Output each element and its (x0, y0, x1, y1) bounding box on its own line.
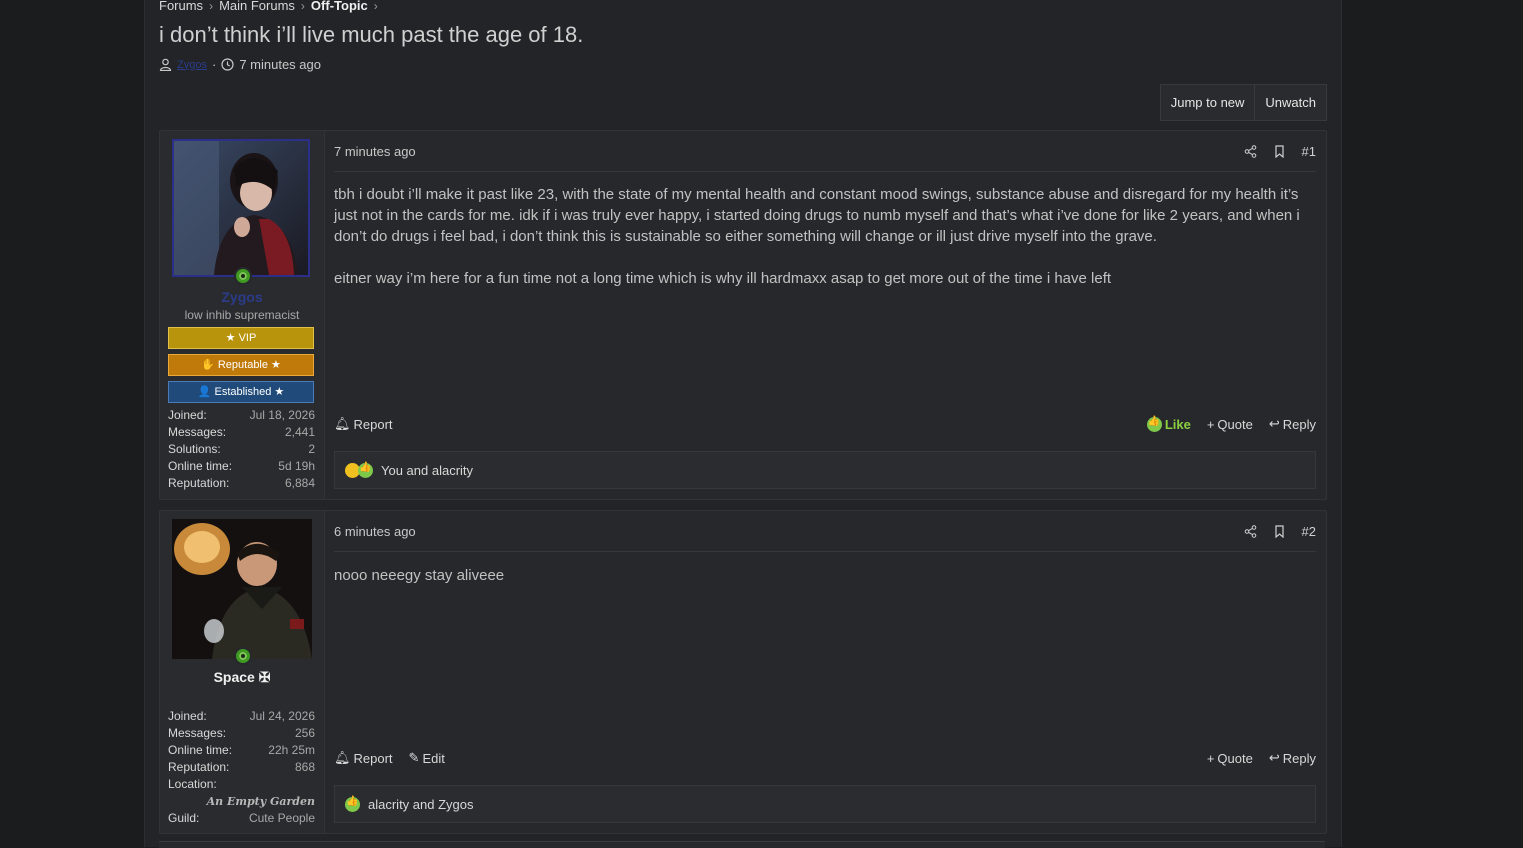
stat-location-value: An Empty Garden (206, 795, 315, 808)
quote-button[interactable]: + Quote (1207, 751, 1253, 766)
post-actions-left: 🔔︎ Report ✎ Edit (334, 750, 445, 766)
user-icon: 👤 (197, 386, 215, 398)
avatar[interactable] (172, 519, 312, 659)
jump-to-new-button[interactable]: Jump to new (1159, 84, 1256, 121)
reactions-bar[interactable]: alacrity and Zygos (334, 785, 1316, 823)
post-actions-left: 🔔︎ Report (334, 416, 393, 432)
bell-icon: 🔔︎ (334, 416, 351, 431)
online-status-icon (234, 647, 252, 665)
post-body: nooo neeegy stay aliveee (334, 565, 1316, 607)
handshake-icon: ✋ (201, 359, 218, 371)
share-icon[interactable] (1244, 144, 1257, 158)
reactions-bar[interactable]: You and alacrity (334, 451, 1316, 489)
post-body: tbh i doubt i’ll make it past like 23, w… (334, 184, 1316, 310)
stat-solutions: Solutions: 2 (168, 442, 315, 456)
pencil-icon: ✎ (408, 750, 420, 765)
stat-guild: Guild: Cute People (168, 811, 315, 825)
post-tools: #2 (1244, 524, 1316, 539)
post-actions-right: Like +Quote ↩Reply (1146, 416, 1316, 432)
breadcrumb: Forums › Main Forums › Off-Topic › (159, 0, 378, 13)
username[interactable]: Zygos (160, 289, 324, 305)
stat-joined: Joined: Jul 18, 2026 (168, 408, 315, 422)
thread-time[interactable]: 7 minutes ago (239, 57, 321, 72)
reactions-text: alacrity and Zygos (368, 796, 474, 812)
avatar[interactable] (172, 139, 310, 277)
unwatch-button[interactable]: Unwatch (1255, 84, 1327, 121)
post-header: 6 minutes ago #2 (334, 511, 1316, 552)
post-main: 6 minutes ago #2 nooo neeegy stay alivee… (334, 511, 1316, 833)
thread-title: i don’t think i’ll live much past the ag… (159, 22, 584, 47)
stat-online-time: Online time: 5d 19h (168, 459, 315, 473)
chevron-right-icon: › (209, 0, 214, 13)
stat-reputation: Reputation: 6,884 (168, 476, 315, 490)
banner-established: 👤 Established ★ (168, 381, 314, 403)
breadcrumb-forums[interactable]: Forums (159, 0, 203, 13)
post-user-panel: Zygos low inhib supremacist ★ VIP ✋ Repu… (160, 131, 325, 499)
post-actions-right: + Quote ↩ Reply (1207, 750, 1316, 766)
thumbs-up-icon (1146, 416, 1162, 432)
share-icon[interactable] (1244, 524, 1257, 538)
thumbs-up-icon (358, 462, 373, 478)
thread-meta: Zygos · 7 minutes ago (159, 57, 321, 72)
breadcrumb-main-forums[interactable]: Main Forums (219, 0, 295, 13)
like-button[interactable]: Like (1146, 416, 1191, 432)
user-title: low inhib supremacist (184, 308, 300, 322)
post-paragraph: eitner way i’m here for a fun time not a… (334, 270, 1112, 287)
report-button[interactable]: 🔔︎ Report (334, 750, 393, 766)
online-status-icon (234, 267, 252, 285)
banner-reputable: ✋ Reputable ★ (168, 354, 314, 376)
stat-messages: Messages: 2,441 (168, 425, 315, 439)
post-time[interactable]: 7 minutes ago (334, 144, 416, 159)
thumbs-up-icon (345, 796, 360, 812)
post-actions: 🔔︎ Report ✎ Edit + Quote ↩ Reply (334, 747, 1316, 769)
stat-joined: Joined: Jul 24, 2026 (168, 709, 315, 723)
report-button[interactable]: 🔔︎ Report (334, 416, 393, 432)
plus-icon: + (1206, 750, 1215, 766)
reply-button[interactable]: ↩ Reply (1269, 750, 1316, 766)
post-paragraph: tbh i doubt i’ll make it past like 23, w… (334, 186, 1300, 245)
reply-button[interactable]: ↩ Reply (1269, 416, 1316, 432)
meta-separator: · (211, 57, 217, 72)
user-stats: Joined: Jul 24, 2026 Messages: 256 Online … (168, 708, 315, 827)
post-number[interactable]: #2 (1302, 524, 1316, 539)
post-main: 7 minutes ago #1 tbh i doubt i’ll make i… (334, 131, 1316, 499)
post-header: 7 minutes ago #1 (334, 131, 1316, 172)
thread-actions: Jump to new Unwatch (1159, 84, 1327, 121)
stat-messages: Messages: 256 (168, 726, 315, 740)
reply-icon: ↩ (1268, 416, 1280, 431)
post-actions: 🔔︎Report Like +Quote ↩Reply (334, 413, 1316, 435)
bookmark-icon[interactable] (1273, 144, 1286, 158)
post-time[interactable]: 6 minutes ago (334, 524, 416, 539)
stat-location-label: Location: (168, 777, 217, 791)
banner-vip: ★ VIP (168, 327, 314, 349)
post-number[interactable]: #1 (1302, 144, 1316, 159)
stat-reputation: Reputation: 868 (168, 760, 315, 774)
user-icon (159, 58, 172, 71)
edit-button[interactable]: ✎ Edit (409, 750, 445, 766)
clock-icon (221, 58, 234, 71)
plus-icon: + (1206, 416, 1215, 432)
post-1: Zygos low inhib supremacist ★ VIP ✋ Repu… (159, 130, 1327, 500)
username[interactable]: Space ✠ (160, 669, 324, 686)
quote-button[interactable]: + Quote (1207, 417, 1253, 432)
thread-author-link[interactable]: Zygos (177, 59, 207, 71)
chevron-right-icon: › (300, 0, 305, 13)
post-tools: #1 (1244, 144, 1316, 159)
page-container: Forums › Main Forums › Off-Topic › i don… (144, 0, 1342, 848)
chevron-right-icon: › (373, 0, 378, 13)
bookmark-icon[interactable] (1273, 524, 1286, 538)
breadcrumb-off-topic[interactable]: Off-Topic (311, 0, 368, 13)
stat-online-time: Online time: 22h 25m (168, 743, 315, 757)
reply-icon: ↩ (1268, 750, 1280, 765)
post-user-panel: Space ✠ Joined: Jul 24, 2026 Messages: 256… (160, 511, 325, 833)
bell-icon: 🔔︎ (334, 750, 351, 765)
reactions-text: You and alacrity (381, 462, 474, 478)
post-paragraph: nooo neeegy stay aliveee (334, 567, 505, 584)
user-stats: Joined: Jul 18, 2026 Messages: 2,441 Solut… (168, 407, 315, 492)
post-2: Space ✠ Joined: Jul 24, 2026 Messages: 256… (159, 510, 1327, 834)
star-icon: ★ (225, 332, 239, 344)
